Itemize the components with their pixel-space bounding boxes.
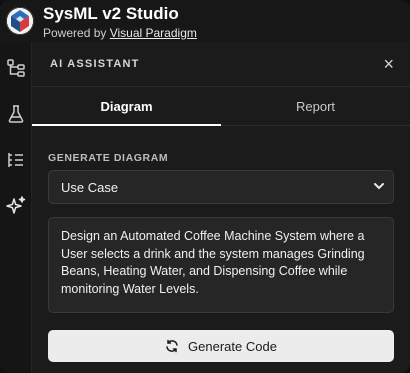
- side-rail: [0, 42, 32, 373]
- generate-code-label: Generate Code: [188, 338, 277, 354]
- powered-by-text: Powered by Visual Paradigm: [43, 27, 197, 39]
- section-label: GENERATE DIAGRAM: [48, 152, 169, 164]
- app-window: SysML v2 Studio Powered by Visual Paradi…: [0, 0, 410, 373]
- diagram-type-select[interactable]: Use Case: [48, 170, 394, 204]
- main-area: AI ASSISTANT × Diagram Report GENERATE D…: [0, 42, 410, 373]
- visual-paradigm-link[interactable]: Visual Paradigm: [110, 26, 197, 40]
- powered-by-prefix: Powered by: [43, 25, 110, 40]
- panel-title: AI ASSISTANT: [50, 58, 140, 70]
- refresh-icon: [165, 339, 179, 353]
- ai-assistant-panel: AI ASSISTANT × Diagram Report GENERATE D…: [32, 42, 410, 373]
- tab-report[interactable]: Report: [221, 87, 410, 125]
- chevron-down-icon: [373, 180, 385, 195]
- diagram-type-value: Use Case: [61, 179, 119, 195]
- app-title: SysML v2 Studio: [43, 3, 179, 23]
- tree-structure-icon[interactable]: [4, 56, 28, 80]
- outline-list-icon[interactable]: [4, 148, 28, 172]
- app-logo-icon: [6, 7, 34, 35]
- flask-icon[interactable]: [4, 102, 28, 126]
- sparkle-icon[interactable]: [4, 194, 28, 218]
- panel-header: AI ASSISTANT ×: [32, 42, 410, 87]
- generate-form: GENERATE DIAGRAM Use Case Design an Auto…: [32, 152, 410, 362]
- generate-code-button[interactable]: Generate Code: [48, 330, 394, 362]
- tab-diagram[interactable]: Diagram: [32, 87, 221, 126]
- close-icon[interactable]: ×: [383, 55, 394, 73]
- tab-bar: Diagram Report: [32, 87, 410, 126]
- prompt-textarea[interactable]: Design an Automated Coffee Machine Syste…: [48, 217, 394, 313]
- title-bar: SysML v2 Studio Powered by Visual Paradi…: [0, 0, 410, 42]
